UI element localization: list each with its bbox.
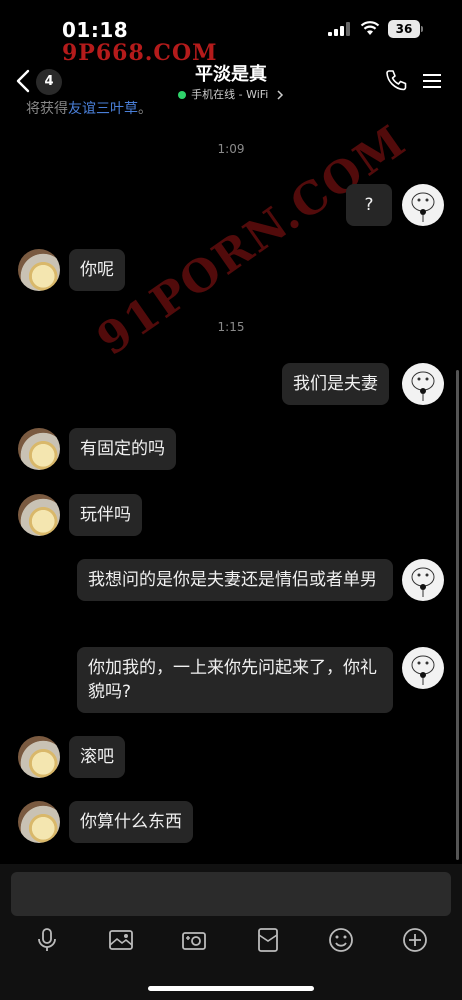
image-icon[interactable]: [107, 926, 135, 954]
emoji-icon[interactable]: [327, 926, 355, 954]
battery-indicator: 36: [388, 20, 420, 38]
menu-icon[interactable]: [422, 72, 442, 90]
scrollbar[interactable]: [456, 370, 459, 860]
incoming-message-bubble[interactable]: 你算什么东西: [69, 801, 193, 843]
outgoing-message-bubble[interactable]: 你加我的，一上来你先问起来了，你礼貌吗?: [77, 647, 393, 713]
timestamp: 1:09: [217, 142, 245, 156]
contact-avatar[interactable]: [18, 736, 60, 778]
outgoing-message-bubble[interactable]: 我们是夫妻: [282, 363, 389, 405]
message-input[interactable]: [11, 872, 451, 916]
outgoing-message-bubble[interactable]: 我想问的是你是夫妻还是情侣或者单男: [77, 559, 393, 601]
incoming-message-bubble[interactable]: 滚吧: [69, 736, 125, 778]
chat-header: 4 平淡是真 手机在线 - WiFi: [0, 56, 462, 104]
incoming-message-bubble[interactable]: 你呢: [69, 249, 125, 291]
contact-avatar[interactable]: [18, 428, 60, 470]
home-indicator[interactable]: [148, 986, 314, 991]
outgoing-message-bubble[interactable]: ?: [346, 184, 392, 226]
avatar-sketch-icon: [411, 192, 435, 222]
camera-icon[interactable]: [180, 926, 208, 954]
avatar-sketch-icon: [411, 371, 435, 401]
microphone-icon[interactable]: [33, 926, 61, 954]
status-time: 01:18: [62, 18, 129, 42]
system-notice-partial: 将获得友谊三叶草。: [26, 101, 152, 117]
online-status-text: 手机在线 - WiFi: [191, 88, 269, 101]
incoming-message-bubble[interactable]: 玩伴吗: [69, 494, 142, 536]
phone-call-icon[interactable]: [384, 68, 408, 92]
incoming-message-bubble[interactable]: 有固定的吗: [69, 428, 176, 470]
contact-avatar[interactable]: [18, 801, 60, 843]
my-avatar[interactable]: [402, 184, 444, 226]
chevron-right-icon: [277, 90, 283, 100]
battery-tip: [421, 26, 423, 32]
online-dot-icon: [178, 91, 187, 99]
my-avatar[interactable]: [402, 647, 444, 689]
clover-link[interactable]: 友谊三叶草: [68, 101, 138, 117]
avatar-sketch-icon: [411, 567, 435, 597]
my-avatar[interactable]: [402, 363, 444, 405]
wifi-icon: [360, 21, 380, 35]
red-packet-icon[interactable]: [254, 926, 282, 954]
avatar-sketch-icon: [411, 655, 435, 685]
contact-avatar[interactable]: [18, 249, 60, 291]
signal-icon: [328, 22, 350, 36]
plus-icon[interactable]: [401, 926, 429, 954]
my-avatar[interactable]: [402, 559, 444, 601]
timestamp: 1:15: [217, 320, 245, 334]
contact-avatar[interactable]: [18, 494, 60, 536]
